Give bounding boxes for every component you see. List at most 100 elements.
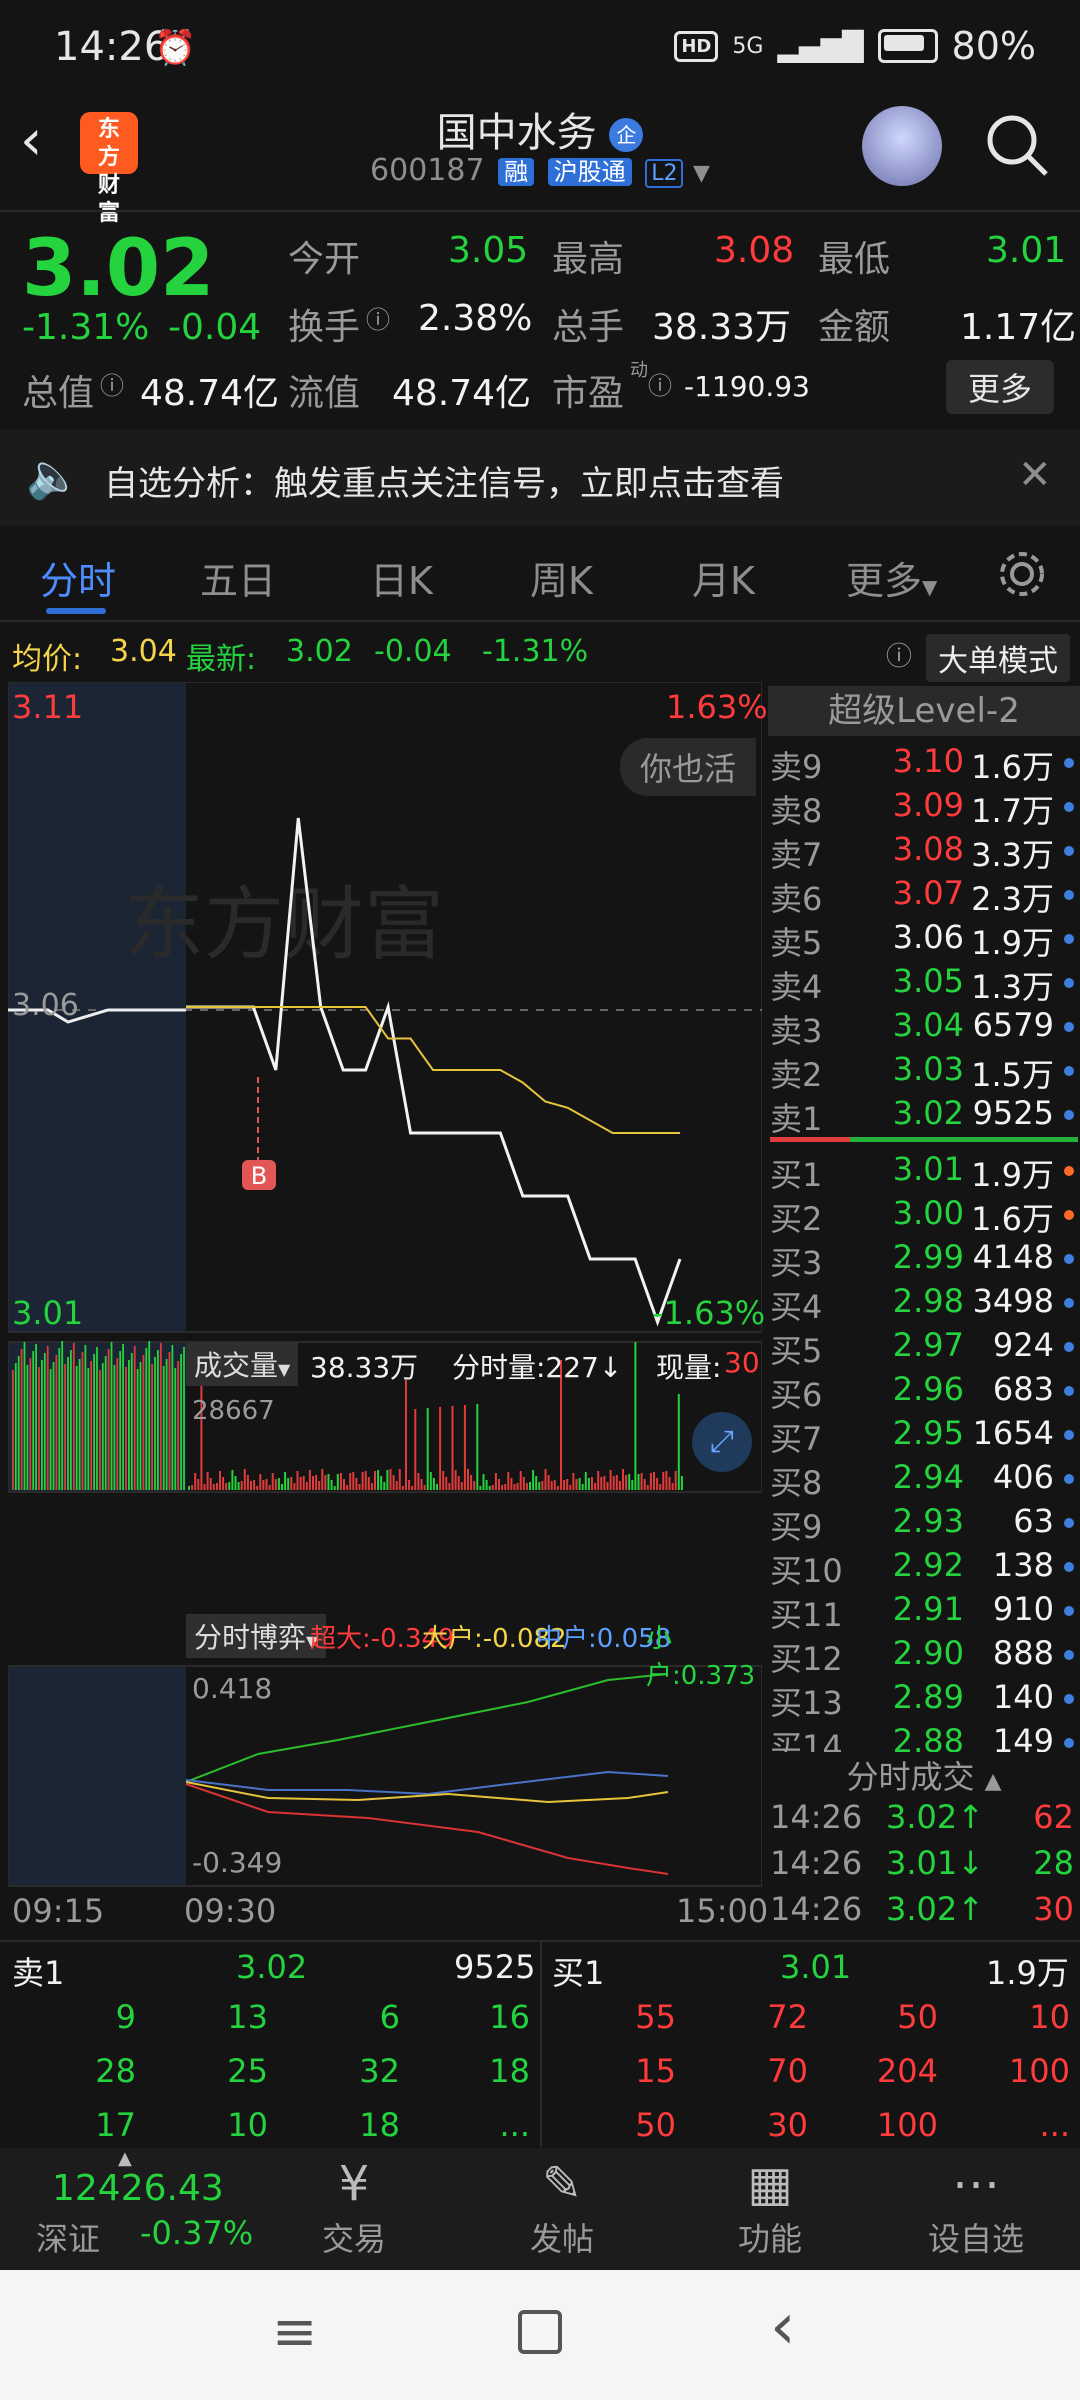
ob-sell-row[interactable]: 卖8 3.09 1.7万	[768, 786, 1080, 830]
nav-trade[interactable]: ¥ 交易	[264, 2154, 444, 2260]
volume-bar	[250, 1481, 252, 1490]
intraday-chart-svg: 东方财富 B	[7, 681, 763, 1887]
volume-bar	[281, 1484, 283, 1490]
volume-bar	[206, 1472, 209, 1490]
ob-sell-row[interactable]: 卖1 3.02 9525	[768, 1094, 1080, 1138]
notice-bar[interactable]: 🔈 自选分析：触发重点关注信号，立即点击查看 ✕	[0, 430, 1080, 526]
trade-volume: 30	[1033, 1890, 1074, 1928]
nav-post[interactable]: ✎ 发帖	[472, 2154, 652, 2260]
ob-buy-row[interactable]: 买11 2.91 910	[768, 1590, 1080, 1634]
ob-sell-row[interactable]: 卖4 3.05 1.3万	[768, 962, 1080, 1006]
expand-icon[interactable]: ⤢	[692, 1412, 752, 1472]
pe-dynamic-mark: 动	[630, 360, 648, 381]
volume-bar	[525, 1483, 528, 1490]
info-icon[interactable]: ⓘ	[648, 366, 672, 401]
level2-banner[interactable]: 超级Level-2	[768, 686, 1080, 736]
ob-level-label: 买12	[770, 1640, 843, 1678]
intraday-chart[interactable]: 东方财富 B 3.11 1.63% 3.06 3.01 -1.63% 你也活 成…	[7, 681, 768, 1936]
stock-header: ‹ 东方财富 国中水务 企 600187 融 沪股通 L2 ▼	[0, 100, 1080, 226]
ob-buy-row[interactable]: 买9 2.93 63	[768, 1502, 1080, 1546]
ob-buy-row[interactable]: 买4 2.98 3498	[768, 1282, 1080, 1326]
big-order-mode-button[interactable]: 大单模式	[926, 634, 1070, 682]
ob-sell-row[interactable]: 卖5 3.06 1.9万	[768, 918, 1080, 962]
float-cap-label: 流值	[288, 373, 361, 414]
info-icon[interactable]: ⓘ	[366, 300, 390, 335]
ob-buy-row[interactable]: 买7 2.95 1654	[768, 1414, 1080, 1458]
queue-sell-cell: 28	[95, 2052, 136, 2090]
queue-sell-cell: 17	[95, 2106, 136, 2144]
volume-value: 38.33万	[652, 307, 792, 348]
latest-pct: -1.31%	[482, 634, 589, 669]
ob-volume: 924	[992, 1326, 1054, 1364]
queue-panel: 卖1 3.02 9525 买1 3.01 1.9万 9 13 6 16 28 25 32 18…	[0, 1940, 1080, 2147]
gear-icon[interactable]	[996, 548, 1048, 600]
info-icon[interactable]: ⓘ	[100, 366, 124, 401]
volume-bar	[426, 1408, 429, 1490]
ob-buy-row[interactable]: 买14 2.88 149	[768, 1722, 1080, 1752]
help-icon[interactable]: ⓘ	[886, 636, 912, 673]
ob-buy-row[interactable]: 买2 3.00 1.6万	[768, 1194, 1080, 1238]
ob-buy-row[interactable]: 买13 2.89 140	[768, 1678, 1080, 1722]
market-cap-label: 总值	[22, 373, 95, 414]
ob-buy-row[interactable]: 买1 3.01 1.9万	[768, 1150, 1080, 1194]
ob-volume: 1.5万	[971, 1056, 1054, 1094]
ob-sell-row[interactable]: 卖6 3.07 2.3万	[768, 874, 1080, 918]
nav-add-watch[interactable]: ⋯ 设自选	[886, 2154, 1066, 2260]
nav-add-watch-label: 设自选	[927, 2220, 1024, 2258]
ob-buy-row[interactable]: 买10 2.92 138	[768, 1546, 1080, 1590]
tab-weekly-k[interactable]: 周K	[530, 550, 593, 605]
close-icon[interactable]: ✕	[1018, 452, 1052, 498]
volume-bar	[159, 1343, 162, 1490]
volume-bar	[451, 1406, 454, 1490]
volume-bar	[408, 1480, 411, 1490]
queue-buy-cell: 72	[767, 1998, 808, 2036]
menu-icon[interactable]: ≡	[272, 2300, 317, 2363]
volume-bar	[256, 1486, 259, 1490]
volume-bar	[417, 1473, 420, 1490]
ob-dot	[1064, 1342, 1074, 1352]
ob-buy-row[interactable]: 买5 2.97 924	[768, 1326, 1080, 1370]
ob-level-label: 卖9	[770, 748, 823, 786]
trades-header[interactable]: 分时成交 ▲	[768, 1752, 1080, 1798]
volume-bar	[136, 1369, 139, 1490]
queue-buy-label: 买1	[552, 1954, 605, 1992]
volume-bar	[171, 1345, 174, 1490]
tab-intraday[interactable]: 分时	[40, 550, 116, 605]
ob-buy-row[interactable]: 买6 2.96 683	[768, 1370, 1080, 1414]
tab-daily-k[interactable]: 日K	[370, 550, 433, 605]
more-button[interactable]: 更多	[946, 360, 1055, 414]
chat-hint-bubble[interactable]: 你也活	[620, 738, 757, 796]
volume-bar	[637, 1474, 640, 1490]
volume-bar	[680, 1476, 683, 1490]
ob-sell-row[interactable]: 卖7 3.08 3.3万	[768, 830, 1080, 874]
tab-monthly-k[interactable]: 月K	[692, 550, 755, 605]
tab-more[interactable]: 更多▼	[846, 550, 937, 605]
trade-time: 14:26	[770, 1798, 863, 1836]
ob-dot	[1064, 1694, 1074, 1704]
volume-bar	[87, 1368, 90, 1490]
volume-bar	[659, 1484, 662, 1490]
search-icon[interactable]	[984, 112, 1050, 178]
ob-sell-row[interactable]: 卖2 3.03 1.5万	[768, 1050, 1080, 1094]
ob-buy-row[interactable]: 买12 2.90 888	[768, 1634, 1080, 1678]
ob-sell-row[interactable]: 卖9 3.10 1.6万	[768, 742, 1080, 786]
volume-bar	[183, 1347, 185, 1490]
nav-functions[interactable]: ▦ 功能	[680, 2154, 860, 2260]
home-icon[interactable]	[518, 2310, 562, 2354]
volume-bar	[20, 1349, 23, 1490]
volume-bar	[315, 1475, 318, 1490]
volume-bar	[547, 1475, 550, 1490]
ob-price: 3.09	[892, 786, 964, 824]
ob-sell-row[interactable]: 卖3 3.04 6579	[768, 1006, 1080, 1050]
game-selector[interactable]: 分时博弈▼	[186, 1614, 327, 1658]
ob-price: 3.01	[892, 1150, 964, 1188]
volume-selector[interactable]: 成交量▼	[186, 1342, 299, 1386]
tab-five-day[interactable]: 五日	[200, 550, 276, 605]
volume-bar	[191, 1485, 194, 1490]
robot-assistant-icon[interactable]	[862, 106, 942, 186]
back-nav-icon[interactable]: ‹	[770, 2290, 796, 2364]
ob-buy-row[interactable]: 买8 2.94 406	[768, 1458, 1080, 1502]
index-value[interactable]: 12426.43	[52, 2168, 224, 2209]
ob-buy-row[interactable]: 买3 2.99 4148	[768, 1238, 1080, 1282]
volume-bar	[336, 1474, 339, 1490]
